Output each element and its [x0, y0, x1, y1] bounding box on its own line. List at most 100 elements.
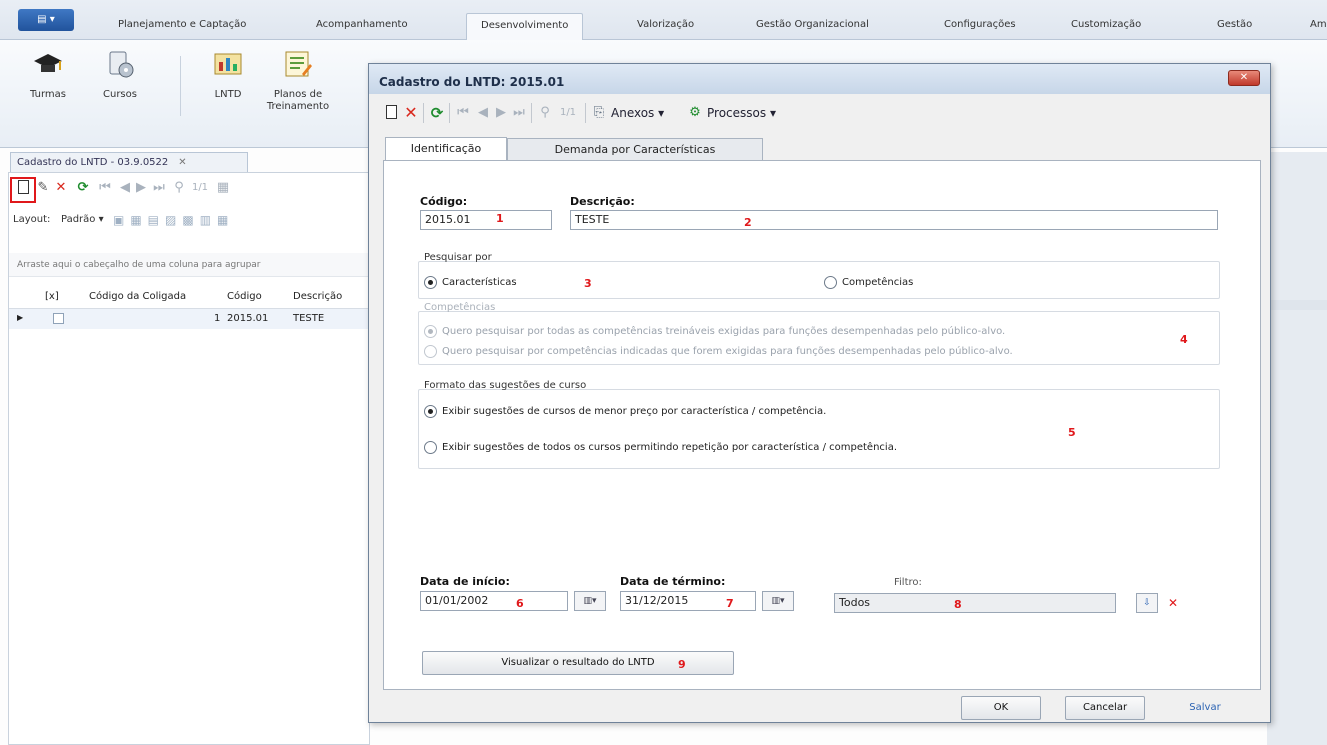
delete-icon[interactable]: ✕ [403, 105, 419, 121]
layout-tools-icons[interactable]: ▣▦▤▨▩▥▦ [113, 213, 234, 227]
tab-gestao[interactable]: Gestão [1217, 19, 1252, 30]
caracteristicas-radio[interactable] [424, 276, 437, 289]
anexos-label: Anexos [611, 106, 655, 120]
tab-acompanhamento[interactable]: Acompanhamento [316, 19, 408, 30]
data-termino-input[interactable]: 31/12/2015 [620, 591, 756, 611]
comp-option-1-label[interactable]: Quero pesquisar por todas as competência… [442, 326, 1005, 337]
data-inicio-input[interactable]: 01/01/2002 [420, 591, 568, 611]
next-record-icon[interactable]: ▶ [133, 180, 149, 196]
binoculars-icon[interactable]: ⚲ [171, 180, 187, 196]
fmt-option-1-radio[interactable] [424, 405, 437, 418]
visualizar-resultado-button[interactable]: Visualizar o resultado do LNTD [422, 651, 734, 675]
processos-menu[interactable]: Processos ▾ [707, 106, 776, 120]
training-plan-icon [285, 51, 312, 77]
caracteristicas-label[interactable]: Características [442, 277, 517, 288]
layout-dropdown[interactable]: Padrão ▾ [61, 214, 104, 225]
descricao-label: Descrição: [570, 195, 635, 208]
grid-icon[interactable]: ▦ [215, 180, 231, 196]
competencias-radio[interactable] [824, 276, 837, 289]
planos-treinamento-button[interactable]: Planos de Treinamento [266, 48, 330, 113]
filter-select-icon[interactable]: ⇩ [1136, 593, 1158, 613]
refresh-icon[interactable]: ⟳ [75, 180, 91, 196]
tab-demanda-caracteristicas[interactable]: Demanda por Características [507, 138, 763, 160]
dialog-title-bar: Cadastro do LNTD: 2015.01 ✕ [369, 64, 1270, 94]
layout-label: Layout: [13, 214, 51, 225]
group-by-hint: Arraste aqui o cabeçalho de uma coluna p… [9, 253, 371, 277]
codigo-input[interactable]: 2015.01 [420, 210, 552, 230]
tab-customizacao[interactable]: Customização [1071, 19, 1141, 30]
tab-overflow[interactable]: Am [1310, 19, 1327, 30]
ok-button[interactable]: OK [961, 696, 1041, 720]
record-counter: 1/1 [191, 182, 209, 193]
codigo-label: Código: [420, 195, 468, 208]
formato-title: Formato das sugestões de curso [424, 380, 587, 391]
comp-option-2-radio[interactable] [424, 345, 437, 358]
annotation-4: 4 [1180, 333, 1188, 346]
first-record-icon[interactable]: ⏮ [455, 105, 471, 121]
descricao-input[interactable]: TESTE [570, 210, 1218, 230]
anexos-menu[interactable]: Anexos ▾ [611, 106, 664, 120]
close-dialog-button[interactable]: ✕ [1228, 70, 1260, 86]
tab-configuracoes[interactable]: Configurações [944, 19, 1016, 30]
first-record-icon[interactable]: ⏮ [97, 180, 113, 196]
graduation-cap-icon [34, 54, 62, 72]
visualizar-label: Visualizar o resultado do LNTD [501, 657, 655, 668]
tab-planejamento[interactable]: Planejamento e Captação [118, 19, 246, 30]
cursos-label: Cursos [103, 89, 137, 100]
cursos-button[interactable]: Cursos [90, 48, 150, 100]
annotation-1: 1 [496, 212, 504, 225]
column-descricao[interactable]: Descrição [293, 291, 342, 302]
column-select[interactable]: [x] [45, 291, 59, 302]
pesquisar-por-group [418, 261, 1220, 299]
comp-option-1-radio[interactable] [424, 325, 437, 338]
layout-bar: Layout: Padrão ▾ ▣▦▤▨▩▥▦ [9, 209, 371, 233]
turmas-button[interactable]: Turmas [18, 48, 78, 100]
annotation-3: 3 [584, 277, 592, 290]
annotation-9: 9 [678, 658, 686, 671]
document-tab[interactable]: Cadastro do LNTD - 03.9.0522 ✕ [10, 152, 248, 172]
filtro-input[interactable]: Todos [834, 593, 1116, 613]
cancelar-button[interactable]: Cancelar [1065, 696, 1145, 720]
annotation-7: 7 [726, 597, 734, 610]
edit-record-icon[interactable]: ✎ [35, 180, 51, 196]
tab-gestao-organizacional[interactable]: Gestão Organizacional [756, 19, 869, 30]
tab-identificacao[interactable]: Identificação [385, 137, 507, 161]
data-inicio-calendar-button[interactable]: ▥▾ [574, 591, 606, 611]
last-record-icon[interactable]: ⏭ [511, 105, 527, 121]
previous-record-icon[interactable]: ◀ [475, 105, 491, 121]
last-record-icon[interactable]: ⏭ [151, 180, 167, 196]
attachment-icon[interactable]: ⎘ [591, 105, 607, 121]
competencias-label[interactable]: Competências [842, 277, 913, 288]
application-menu-button[interactable]: ▤ ▾ [18, 9, 74, 31]
binoculars-icon[interactable]: ⚲ [537, 105, 553, 121]
fmt-option-2-label[interactable]: Exibir sugestões de todos os cursos perm… [442, 442, 897, 453]
lntd-button[interactable]: LNTD [198, 48, 258, 100]
next-record-icon[interactable]: ▶ [493, 105, 509, 121]
background-divider [1267, 300, 1327, 310]
competencias-group-title: Competências [424, 302, 496, 313]
dialog-title: Cadastro do LNTD: 2015.01 [379, 75, 565, 89]
column-codigo-coligada[interactable]: Código da Coligada [89, 291, 186, 302]
processes-gear-icon[interactable]: ⚙ [687, 105, 703, 121]
salvar-button[interactable]: Salvar [1165, 696, 1245, 720]
comp-option-2-label[interactable]: Quero pesquisar por competências indicad… [442, 346, 1013, 357]
row-checkbox[interactable] [53, 313, 64, 324]
fmt-option-1-label[interactable]: Exibir sugestões de cursos de menor preç… [442, 406, 826, 417]
table-row[interactable]: ▶ 1 2015.01 TESTE [9, 309, 371, 329]
previous-record-icon[interactable]: ◀ [117, 180, 133, 196]
clear-filter-icon[interactable]: ✕ [1162, 593, 1184, 613]
tab-valorizacao[interactable]: Valorização [637, 19, 694, 30]
column-codigo[interactable]: Código [227, 291, 262, 302]
cell-descricao: TESTE [293, 313, 325, 324]
delete-icon[interactable]: ✕ [53, 180, 69, 196]
close-tab-icon[interactable]: ✕ [178, 157, 186, 168]
formato-group [418, 389, 1220, 469]
data-termino-calendar-button[interactable]: ▥▾ [762, 591, 794, 611]
tab-desenvolvimento[interactable]: Desenvolvimento [466, 13, 584, 41]
turmas-label: Turmas [30, 89, 66, 100]
refresh-icon[interactable]: ⟳ [429, 105, 445, 121]
annotation-5: 5 [1068, 426, 1076, 439]
fmt-option-2-radio[interactable] [424, 441, 437, 454]
new-record-icon[interactable] [383, 105, 399, 121]
toolbar-separator [423, 103, 424, 123]
